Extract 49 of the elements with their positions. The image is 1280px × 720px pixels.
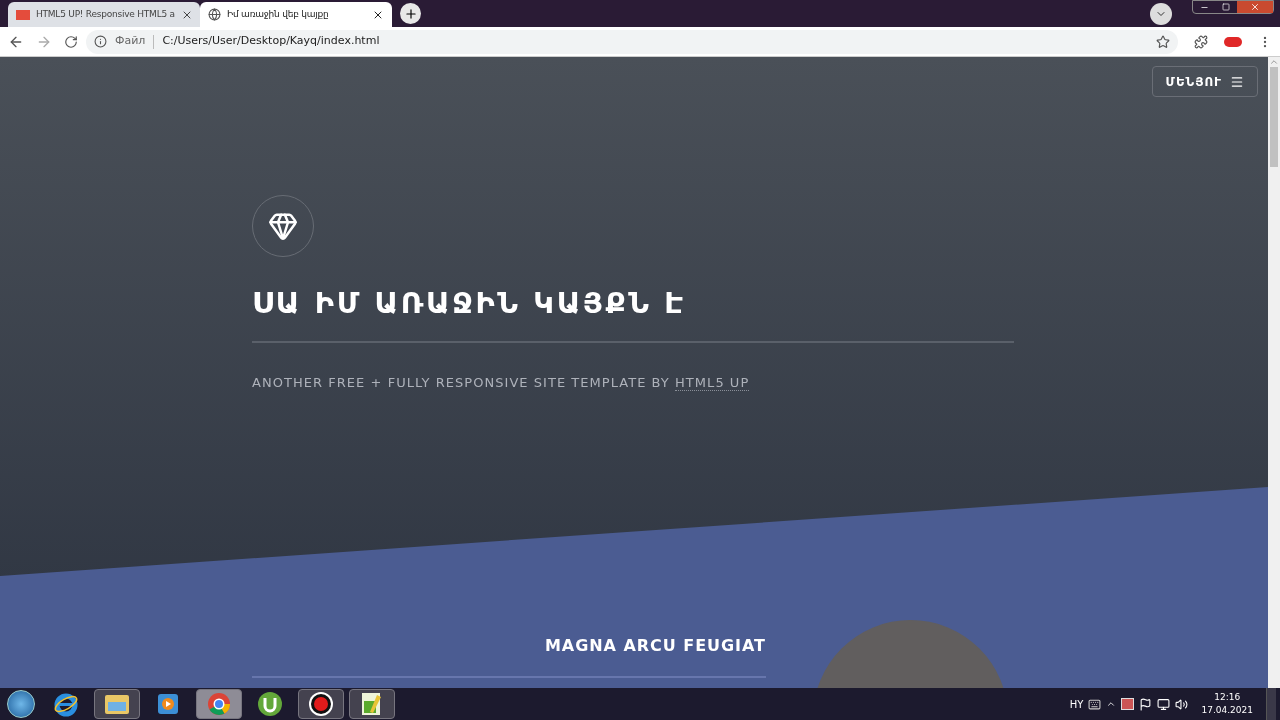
taskbar-app-button[interactable] xyxy=(94,689,140,719)
profile-icon[interactable] xyxy=(1150,3,1172,25)
language-indicator[interactable]: HY xyxy=(1069,696,1084,712)
extensions-icon[interactable] xyxy=(1194,34,1208,49)
clock-date: 17.04.2021 xyxy=(1201,704,1253,717)
diamond-icon xyxy=(268,211,298,241)
taskbar-app-button[interactable] xyxy=(298,689,344,719)
info-icon xyxy=(94,35,107,48)
hero-title: ՍԱ ԻՄ ԱՌԱՋԻՆ ԿԱՅՔՆ Է xyxy=(252,285,687,322)
browser-e-icon xyxy=(53,691,79,717)
site-favicon xyxy=(16,9,30,20)
taskbar-app-button[interactable] xyxy=(349,689,395,719)
new-tab-button[interactable] xyxy=(400,3,421,24)
security-label: Файл xyxy=(115,33,146,50)
record-icon xyxy=(308,691,334,717)
clock-time: 12:16 xyxy=(1214,691,1241,704)
close-icon xyxy=(1250,2,1260,12)
globe-icon xyxy=(208,8,221,21)
browser-tab[interactable]: Իմ առաջին վեբ կայքը xyxy=(200,2,392,27)
address-bar[interactable]: Файл C:/Users/User/Desktop/Kayq/index.html xyxy=(86,29,1178,54)
network-icon[interactable] xyxy=(1157,697,1171,711)
scrollbar[interactable] xyxy=(1268,57,1280,688)
scrollbar-thumb[interactable] xyxy=(1270,67,1278,167)
menu-button[interactable]: ՄԵՆՅՈՒ xyxy=(1151,66,1258,97)
keyboard-icon[interactable] xyxy=(1088,697,1102,711)
show-hidden-icons-icon[interactable] xyxy=(1106,699,1117,709)
close-button[interactable] xyxy=(1237,1,1273,13)
torrent-icon xyxy=(257,691,283,717)
extension-icon[interactable] xyxy=(1224,36,1242,47)
volume-icon[interactable] xyxy=(1175,697,1189,711)
html5-up-link[interactable]: HTML5 UP xyxy=(675,375,750,391)
notepad-icon xyxy=(360,691,384,717)
browser-icon xyxy=(207,692,231,716)
tab-title: HTML5 UP! Responsive HTML5 a xyxy=(36,7,175,21)
clock[interactable]: 12:16 17.04.2021 xyxy=(1193,691,1261,717)
menu-icon xyxy=(1230,74,1244,89)
folder-icon xyxy=(104,693,130,715)
plus-icon xyxy=(403,6,418,21)
hero-subtitle: ANOTHER FREE + FULLY RESPONSIVE SITE TEMPLATE BY HTML5 UP xyxy=(252,374,751,393)
maximize-icon xyxy=(1222,3,1230,11)
section-heading: MAGNA ARCU FEUGIAT xyxy=(544,634,766,657)
reload-icon[interactable] xyxy=(64,34,78,49)
browser-tab[interactable]: HTML5 UP! Responsive HTML5 a xyxy=(8,2,200,27)
flag-icon[interactable] xyxy=(1139,697,1153,711)
bookmark-star-icon[interactable] xyxy=(1156,34,1170,49)
tab-title: Իմ առաջին վեբ կայքը xyxy=(227,7,330,21)
url-text: C:/Users/User/Desktop/Kayq/index.html xyxy=(162,33,380,50)
tray-app-icon[interactable] xyxy=(1121,698,1135,710)
play-icon xyxy=(157,693,179,715)
